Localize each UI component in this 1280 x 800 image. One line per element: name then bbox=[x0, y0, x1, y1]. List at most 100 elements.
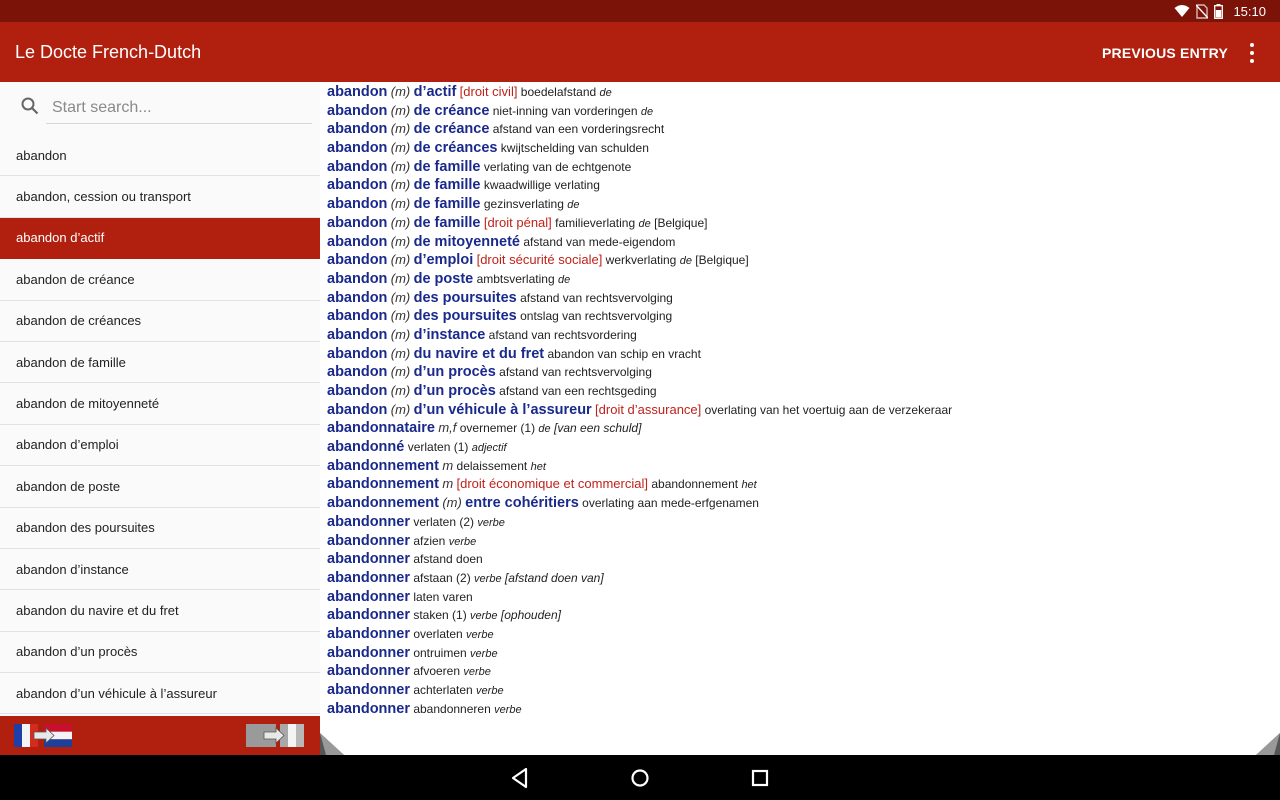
headword: abandonner bbox=[327, 588, 410, 605]
translation: [Belgique] bbox=[695, 253, 749, 268]
dictionary-entry[interactable]: abandonner achterlaten verbe bbox=[327, 681, 1273, 700]
recents-icon[interactable] bbox=[749, 767, 771, 789]
dictionary-entry[interactable]: abandon (m) d’instance afstand van recht… bbox=[327, 326, 1273, 345]
headword: abandon bbox=[327, 102, 388, 119]
list-item[interactable]: abandon d’actif bbox=[0, 217, 320, 260]
dictionary-entry[interactable]: abandon (m) de famille [droit pénal] fam… bbox=[327, 214, 1273, 233]
search-icon bbox=[21, 97, 39, 115]
dictionary-entry[interactable]: abandon (m) de poste ambtsverlating de bbox=[327, 270, 1273, 289]
gender-label: de bbox=[538, 423, 551, 436]
list-item[interactable]: abandon d’instance bbox=[0, 548, 320, 591]
dictionary-entry[interactable]: abandon (m) d’emploi [droit sécurité soc… bbox=[327, 251, 1273, 270]
headword: abandon bbox=[327, 270, 388, 287]
grammar-label: (m) bbox=[390, 177, 411, 193]
list-item[interactable]: abandon d’un procès bbox=[0, 631, 320, 674]
dictionary-entry[interactable]: abandon (m) de créances kwijtschelding v… bbox=[327, 139, 1273, 158]
dictionary-entry[interactable]: abandonnement m delaissement het bbox=[327, 457, 1273, 476]
dictionary-entry[interactable]: abandon (m) d’un procès afstand van rech… bbox=[327, 363, 1273, 382]
no-sim-icon bbox=[1196, 3, 1209, 19]
list-item[interactable]: abandon d’un véhicule à l’assureur bbox=[0, 673, 320, 715]
dictionary-entry[interactable]: abandon (m) des poursuites afstand van r… bbox=[327, 289, 1273, 308]
battery-icon bbox=[1214, 3, 1224, 19]
headword: entre cohéritiers bbox=[465, 495, 579, 512]
overflow-menu-icon[interactable] bbox=[1244, 42, 1260, 64]
translation: afstand van rechtsvervolging bbox=[520, 290, 673, 305]
headword: abandon bbox=[327, 140, 388, 157]
explanation: [ophouden] bbox=[500, 608, 561, 623]
dictionary-entry[interactable]: abandonnement (m) entre cohéritiers over… bbox=[327, 494, 1273, 513]
list-item[interactable]: abandon de mitoyenneté bbox=[0, 383, 320, 425]
list-item[interactable]: abandon des poursuites bbox=[0, 507, 320, 549]
list-item[interactable]: abandon, cession ou transport bbox=[0, 176, 320, 218]
domain-label: [droit pénal] bbox=[483, 214, 552, 230]
back-icon[interactable] bbox=[509, 767, 531, 789]
headword: abandonnataire bbox=[327, 420, 435, 437]
list-item[interactable]: abandon d’emploi bbox=[0, 424, 320, 467]
headword: de créance bbox=[413, 102, 490, 119]
explanation: [van een schuld] bbox=[554, 421, 642, 436]
dictionary-entry[interactable]: abandon (m) de mitoyenneté afstand van m… bbox=[327, 233, 1273, 252]
dictionary-entry[interactable]: abandon (m) du navire et du fret abandon… bbox=[327, 345, 1273, 364]
dictionary-entry[interactable]: abandon (m) d’un véhicule à l’assureur [… bbox=[327, 401, 1273, 420]
dictionary-entry[interactable]: abandonné verlaten (1) adjectif bbox=[327, 438, 1273, 457]
previous-entry-button[interactable]: PREVIOUS ENTRY bbox=[1102, 45, 1228, 61]
domain-label: [droit civil] bbox=[459, 84, 518, 99]
translation: boedelafstand bbox=[520, 85, 597, 99]
headword: des poursuites bbox=[413, 308, 517, 325]
headword: abandon bbox=[327, 84, 388, 100]
domain-label: [droit d’assurance] bbox=[595, 401, 702, 417]
translation: overnemer (1) bbox=[459, 421, 536, 436]
list-item[interactable]: abandon du navire et du fret bbox=[0, 590, 320, 632]
gender-label: verbe bbox=[466, 628, 494, 641]
translation: familieverlating bbox=[555, 215, 636, 230]
dictionary-entry[interactable]: abandon (m) de famille kwaadwillige verl… bbox=[327, 176, 1273, 195]
headword: abandon bbox=[327, 158, 388, 175]
word-list-panel: abandonabandon, cession ou transportaban… bbox=[0, 82, 320, 716]
headword: du navire et du fret bbox=[413, 345, 545, 362]
list-item[interactable]: abandon de poste bbox=[0, 466, 320, 508]
list-item[interactable]: abandon de créance bbox=[0, 259, 320, 301]
translation: afstand van rechtsvordering bbox=[488, 327, 637, 342]
gender-label: verbe bbox=[448, 535, 477, 548]
flag-nl-to-fr-icon[interactable] bbox=[246, 723, 306, 748]
dictionary-entry[interactable]: abandon (m) d’un procès afstand van een … bbox=[327, 382, 1273, 401]
dictionary-entry[interactable]: abandonner verlaten (2) verbe bbox=[327, 513, 1273, 532]
list-item[interactable]: abandon de famille bbox=[0, 341, 320, 384]
dictionary-entry[interactable]: abandon (m) de famille gezinsverlating d… bbox=[327, 195, 1273, 214]
headword: abandon bbox=[327, 214, 388, 231]
dictionary-entry[interactable]: abandonner afvoeren verbe bbox=[327, 662, 1273, 681]
dictionary-entry[interactable]: abandonner staken (1) verbe [ophouden] bbox=[327, 606, 1273, 625]
headword: abandon bbox=[327, 177, 388, 194]
dictionary-entry[interactable]: abandonner abandonneren verbe bbox=[327, 700, 1273, 719]
dictionary-entry[interactable]: abandonner laten varen bbox=[327, 588, 1273, 607]
dictionary-entry[interactable]: abandonner afstand doen bbox=[327, 550, 1273, 569]
headword: abandon bbox=[327, 289, 388, 306]
dictionary-entry[interactable]: abandon (m) des poursuites ontslag van r… bbox=[327, 307, 1273, 326]
explanation: [afstand doen van] bbox=[504, 570, 604, 585]
dictionary-entry[interactable]: abandonner afstaan (2) verbe [afstand do… bbox=[327, 569, 1273, 588]
home-icon[interactable] bbox=[629, 767, 651, 789]
dictionary-entry[interactable]: abandonner overlaten verbe bbox=[327, 625, 1273, 644]
grammar-label: (m) bbox=[390, 289, 411, 305]
flag-fr-to-nl-icon[interactable] bbox=[14, 723, 74, 748]
search-input[interactable] bbox=[46, 92, 312, 124]
dictionary-entry[interactable]: abandon (m) de créance afstand van een v… bbox=[327, 120, 1273, 139]
dictionary-entry[interactable]: abandon (m) de famille verlating van de … bbox=[327, 158, 1273, 177]
dictionary-entry[interactable]: abandonner afzien verbe bbox=[327, 532, 1273, 551]
dictionary-entry[interactable]: abandon (m) de créance niet-inning van v… bbox=[327, 102, 1273, 121]
dictionary-entry[interactable]: abandonner ontruimen verbe bbox=[327, 644, 1273, 663]
translation: overlating van het voertuig aan de verze… bbox=[704, 402, 953, 417]
translation: staken (1) bbox=[413, 608, 467, 623]
gender-label: de bbox=[679, 255, 692, 268]
list-item[interactable]: abandon de créances bbox=[0, 300, 320, 342]
grammar-label: (m) bbox=[390, 121, 411, 137]
translation: afstand van een rechtsgeding bbox=[499, 384, 657, 398]
list-item[interactable]: abandon bbox=[0, 135, 320, 177]
dictionary-entry[interactable]: abandonnataire m,f overnemer (1) de [van… bbox=[327, 419, 1273, 438]
dictionary-entry[interactable]: abandon (m) d’actif [droit civil] boedel… bbox=[327, 83, 1273, 102]
headword: abandonner bbox=[327, 551, 410, 568]
page-curl-right-icon bbox=[1256, 733, 1280, 755]
translation: abandonnement bbox=[651, 477, 739, 492]
dictionary-entry[interactable]: abandonnement m [droit économique et com… bbox=[327, 475, 1273, 494]
grammar-label: m bbox=[442, 457, 454, 473]
